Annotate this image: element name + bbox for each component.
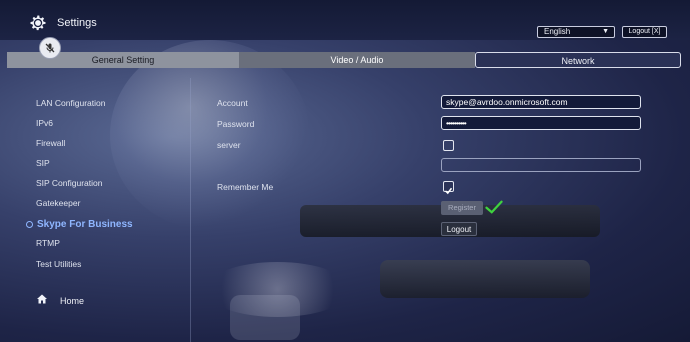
home-link[interactable]: Home [60,296,84,306]
sidebar: LAN Configuration IPv6 Firewall SIP SIP … [0,78,191,342]
password-label: Password [217,119,255,129]
home-icon[interactable] [36,293,48,305]
header-bar: Settings English ▼ Logout [X] [0,0,690,40]
settings-tabs: General Setting Video / Audio Network [0,52,690,68]
sidebar-item-gatekeeper[interactable]: Gatekeeper [36,198,80,208]
language-select-value: English [544,27,571,36]
mic-muted-glyph [45,43,55,53]
sidebar-item-label: Skype For Business [37,219,133,230]
sidebar-item-sip-configuration[interactable]: SIP Configuration [36,178,102,188]
register-button[interactable]: Register [441,201,483,215]
checkmark-glyph [444,187,453,195]
sidebar-item-test-utilities[interactable]: Test Utilities [36,259,81,269]
gear-icon [30,15,46,31]
language-select[interactable]: English ▼ [537,26,615,38]
sidebar-item-sip[interactable]: SIP [36,158,50,168]
remember-me-label: Remember Me [217,182,274,192]
background-remote-image [380,260,590,298]
background-hub-image [230,295,300,340]
chevron-down-icon: ▼ [602,28,609,35]
tab-video-audio[interactable]: Video / Audio [239,52,475,68]
logout-button[interactable]: Logout [441,222,477,236]
settings-page: Settings English ▼ Logout [X] General Se… [0,0,690,342]
account-label: Account [217,98,248,108]
checkmark-icon [485,200,503,214]
server-input[interactable] [441,158,641,172]
sidebar-item-firewall[interactable]: Firewall [36,138,65,148]
sidebar-item-lan-configuration[interactable]: LAN Configuration [36,98,105,108]
active-indicator-icon [26,220,33,228]
account-input[interactable]: skype@avrdoo.onmicrosoft.com [441,95,641,109]
sidebar-item-rtmp[interactable]: RTMP [36,238,60,248]
tab-network[interactable]: Network [475,52,681,68]
password-input[interactable]: •••••••••• [441,116,641,130]
sidebar-item-skype-for-business[interactable]: Skype For Business [26,219,133,230]
logout-top-button[interactable]: Logout [X] [622,26,667,38]
server-checkbox[interactable] [443,140,454,151]
server-label: server [217,140,241,150]
mic-muted-icon[interactable] [39,37,61,59]
remember-me-checkbox[interactable] [443,181,454,195]
background-speakerphone-image [205,262,350,317]
sidebar-item-ipv6[interactable]: IPv6 [36,118,53,128]
page-title: Settings [57,17,97,29]
